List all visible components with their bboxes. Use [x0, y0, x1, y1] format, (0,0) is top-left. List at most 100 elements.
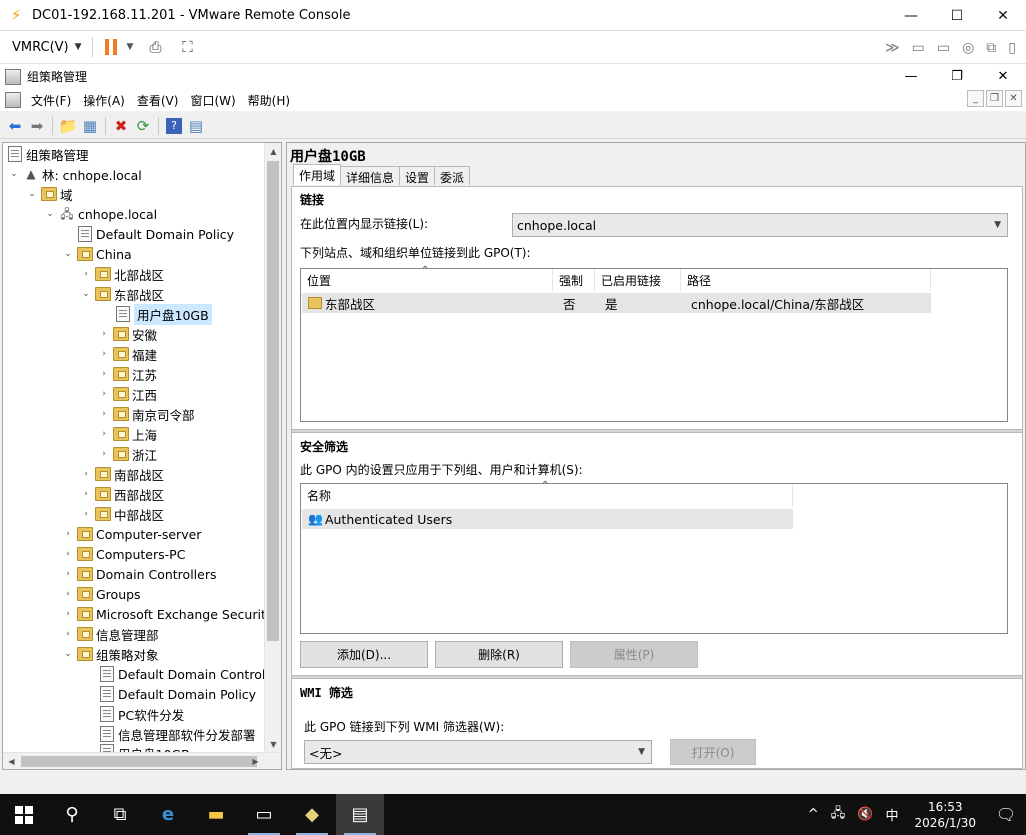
tree-ou-zhejiang[interactable]: › 浙江 — [97, 444, 157, 464]
tree-ou-groups[interactable]: › Groups — [61, 584, 140, 604]
vmrc-menu-button[interactable]: VMRC(V) ▼ — [12, 40, 82, 55]
send-ctrl-alt-del-icon[interactable]: ⎙ — [145, 37, 165, 57]
tab-scope[interactable]: 作用域 — [293, 164, 342, 185]
power-menu-caret-icon[interactable]: ▼ — [127, 42, 134, 52]
forward-arrow-icon[interactable]: ➡ — [26, 115, 48, 137]
internet-explorer-icon[interactable]: e — [144, 794, 192, 835]
tree-ou-east[interactable]: ⌄ 东部战区 — [79, 284, 164, 304]
chevron-right-icon[interactable]: › — [61, 629, 75, 639]
network-icon[interactable]: 🖧 — [825, 804, 852, 826]
security-filtering-list[interactable]: 名称 ⌃ 👥 Authenticated Users — [300, 480, 1008, 634]
close-button[interactable]: ✕ — [980, 0, 1026, 31]
chevron-right-icon[interactable]: › — [61, 529, 75, 539]
delete-icon[interactable]: ✖ — [110, 115, 132, 137]
tree-gpo-item[interactable]: Default Domain Policy — [97, 684, 256, 704]
chevron-right-icon[interactable]: › — [97, 409, 111, 419]
tree-ou-china[interactable]: ⌄ China — [61, 244, 132, 264]
chevron-right-icon[interactable]: › — [79, 509, 93, 519]
tree-ou-info-mgmt[interactable]: › 信息管理部 — [61, 624, 159, 644]
chevron-right-icon[interactable]: › — [79, 469, 93, 479]
mmc-close-button[interactable]: ✕ — [980, 64, 1026, 89]
open-wmi-filter-button[interactable]: 打开(O) — [670, 739, 756, 765]
mmc-minimize-button[interactable]: — — [888, 64, 934, 89]
start-button[interactable] — [0, 794, 48, 835]
task-view-icon[interactable]: ⧉ — [96, 794, 144, 835]
remove-button[interactable]: 删除(R) — [435, 641, 563, 668]
tree-horizontal-scrollbar[interactable]: ◀ ▶ — [3, 752, 281, 769]
tree-gpo-item[interactable]: PC软件分发 — [97, 704, 184, 724]
add-button[interactable]: 添加(D)... — [300, 641, 428, 668]
chevron-right-icon[interactable]: › — [97, 349, 111, 359]
tree-ou-jiangxi[interactable]: › 江西 — [97, 384, 157, 404]
tree-ou-central[interactable]: › 中部战区 — [79, 504, 164, 524]
tab-details[interactable]: 详细信息 — [340, 166, 401, 185]
tree-ou-south[interactable]: › 南部战区 — [79, 464, 164, 484]
mmc-restore-button[interactable]: ❐ — [934, 64, 980, 89]
scroll-thumb[interactable] — [21, 756, 257, 767]
chevron-down-icon[interactable]: ⌄ — [61, 649, 75, 659]
inner-minimize-button[interactable]: _ — [967, 90, 984, 107]
tree-ou-exchange[interactable]: › Microsoft Exchange Securit — [61, 604, 266, 624]
file-explorer-icon[interactable]: ▬ — [192, 794, 240, 835]
fullscreen-icon[interactable]: ⛶ — [177, 37, 197, 57]
chevron-down-icon[interactable]: ⌄ — [61, 249, 75, 259]
chevron-down-icon[interactable]: ⌄ — [43, 209, 57, 219]
tree-gpo-container[interactable]: ⌄ 组策略对象 — [61, 644, 159, 664]
chevron-right-icon[interactable]: › — [61, 569, 75, 579]
gpmc-taskbar-icon[interactable]: ▤ — [336, 794, 384, 835]
scroll-left-icon[interactable]: ◀ — [3, 753, 20, 769]
tree-gpo-item[interactable]: Default Domain Controll — [97, 664, 269, 684]
wmi-filter-select[interactable]: <无> ▼ — [304, 740, 652, 764]
menu-action[interactable]: 操作(A) — [79, 92, 133, 109]
tree-forest[interactable]: ⌄ ▲ 林: cnhope.local — [7, 164, 142, 184]
tree-ou-anhui[interactable]: › 安徽 — [97, 324, 157, 344]
tree-default-policy-link[interactable]: Default Domain Policy — [75, 224, 234, 244]
chevron-right-icon[interactable]: › — [97, 329, 111, 339]
menu-file[interactable]: 文件(F) — [27, 92, 79, 109]
tree-root[interactable]: 组策略管理 — [5, 144, 89, 164]
tree-vertical-scrollbar[interactable]: ▲ ▼ — [264, 143, 281, 753]
tree-ou-shanghai[interactable]: › 上海 — [97, 424, 157, 444]
volume-icon[interactable]: 🔇 — [851, 807, 879, 822]
column-name[interactable]: 名称 ⌃ — [301, 480, 793, 506]
clock[interactable]: 16:53 2026/1/30 — [904, 799, 986, 831]
menu-view[interactable]: 查看(V) — [133, 92, 187, 109]
list-item[interactable]: 👥 Authenticated Users — [302, 509, 793, 529]
minimize-button[interactable]: — — [888, 0, 934, 31]
tab-delegation[interactable]: 委派 — [434, 166, 471, 185]
tree-domain[interactable]: ⌄ 🖧 cnhope.local — [43, 204, 157, 224]
chevron-right-icon[interactable]: › — [79, 489, 93, 499]
tree-ou-computers-pc[interactable]: › Computers-PC — [61, 544, 185, 564]
command-prompt-icon[interactable]: ▭ — [240, 794, 288, 835]
chevron-right-icon[interactable]: › — [97, 369, 111, 379]
more-icon[interactable]: ≫ — [885, 40, 900, 56]
tree-ou-nanjing[interactable]: › 南京司令部 — [97, 404, 195, 424]
column-location[interactable]: 位置 ⌃ — [301, 265, 553, 291]
section-splitter[interactable] — [292, 675, 1022, 679]
chevron-up-icon[interactable]: ^ — [802, 807, 825, 822]
links-list[interactable]: 位置 ⌃ 强制 已启用链接 路径 东部战区 否 是 cnhope.local/Ch… — [300, 265, 1008, 422]
tree-ou-west[interactable]: › 西部战区 — [79, 484, 164, 504]
ime-indicator[interactable]: 中 — [879, 805, 904, 824]
notification-icon[interactable]: 🗨 — [986, 805, 1026, 824]
tree-ou-jiangsu[interactable]: › 江苏 — [97, 364, 157, 384]
display-links-select[interactable]: cnhope.local ▼ — [512, 213, 1008, 237]
refresh-icon[interactable]: ⟳ — [132, 115, 154, 137]
menu-window[interactable]: 窗口(W) — [186, 92, 243, 109]
tree-domains[interactable]: ⌄ 域 — [25, 184, 73, 204]
chevron-right-icon[interactable]: › — [61, 589, 75, 599]
maximize-button[interactable]: ☐ — [934, 0, 980, 31]
chevron-right-icon[interactable]: › — [61, 609, 75, 619]
tree-ou-north[interactable]: › 北部战区 — [79, 264, 164, 284]
table-row[interactable]: 东部战区 否 是 cnhope.local/China/东部战区 — [302, 293, 931, 313]
back-arrow-icon[interactable]: ⬅ — [4, 115, 26, 137]
network-adapter-icon[interactable]: ⧉ — [986, 40, 996, 56]
tree-ou-domain-controllers[interactable]: › Domain Controllers — [61, 564, 216, 584]
tree-ou-fujian[interactable]: › 福建 — [97, 344, 157, 364]
removable-device-icon[interactable]: ▭ — [912, 40, 925, 56]
scroll-thumb[interactable] — [267, 161, 279, 641]
section-splitter[interactable] — [292, 429, 1022, 433]
inner-close-button[interactable]: ✕ — [1005, 90, 1022, 107]
menu-help[interactable]: 帮助(H) — [244, 92, 298, 109]
chevron-down-icon[interactable]: ⌄ — [25, 189, 39, 199]
